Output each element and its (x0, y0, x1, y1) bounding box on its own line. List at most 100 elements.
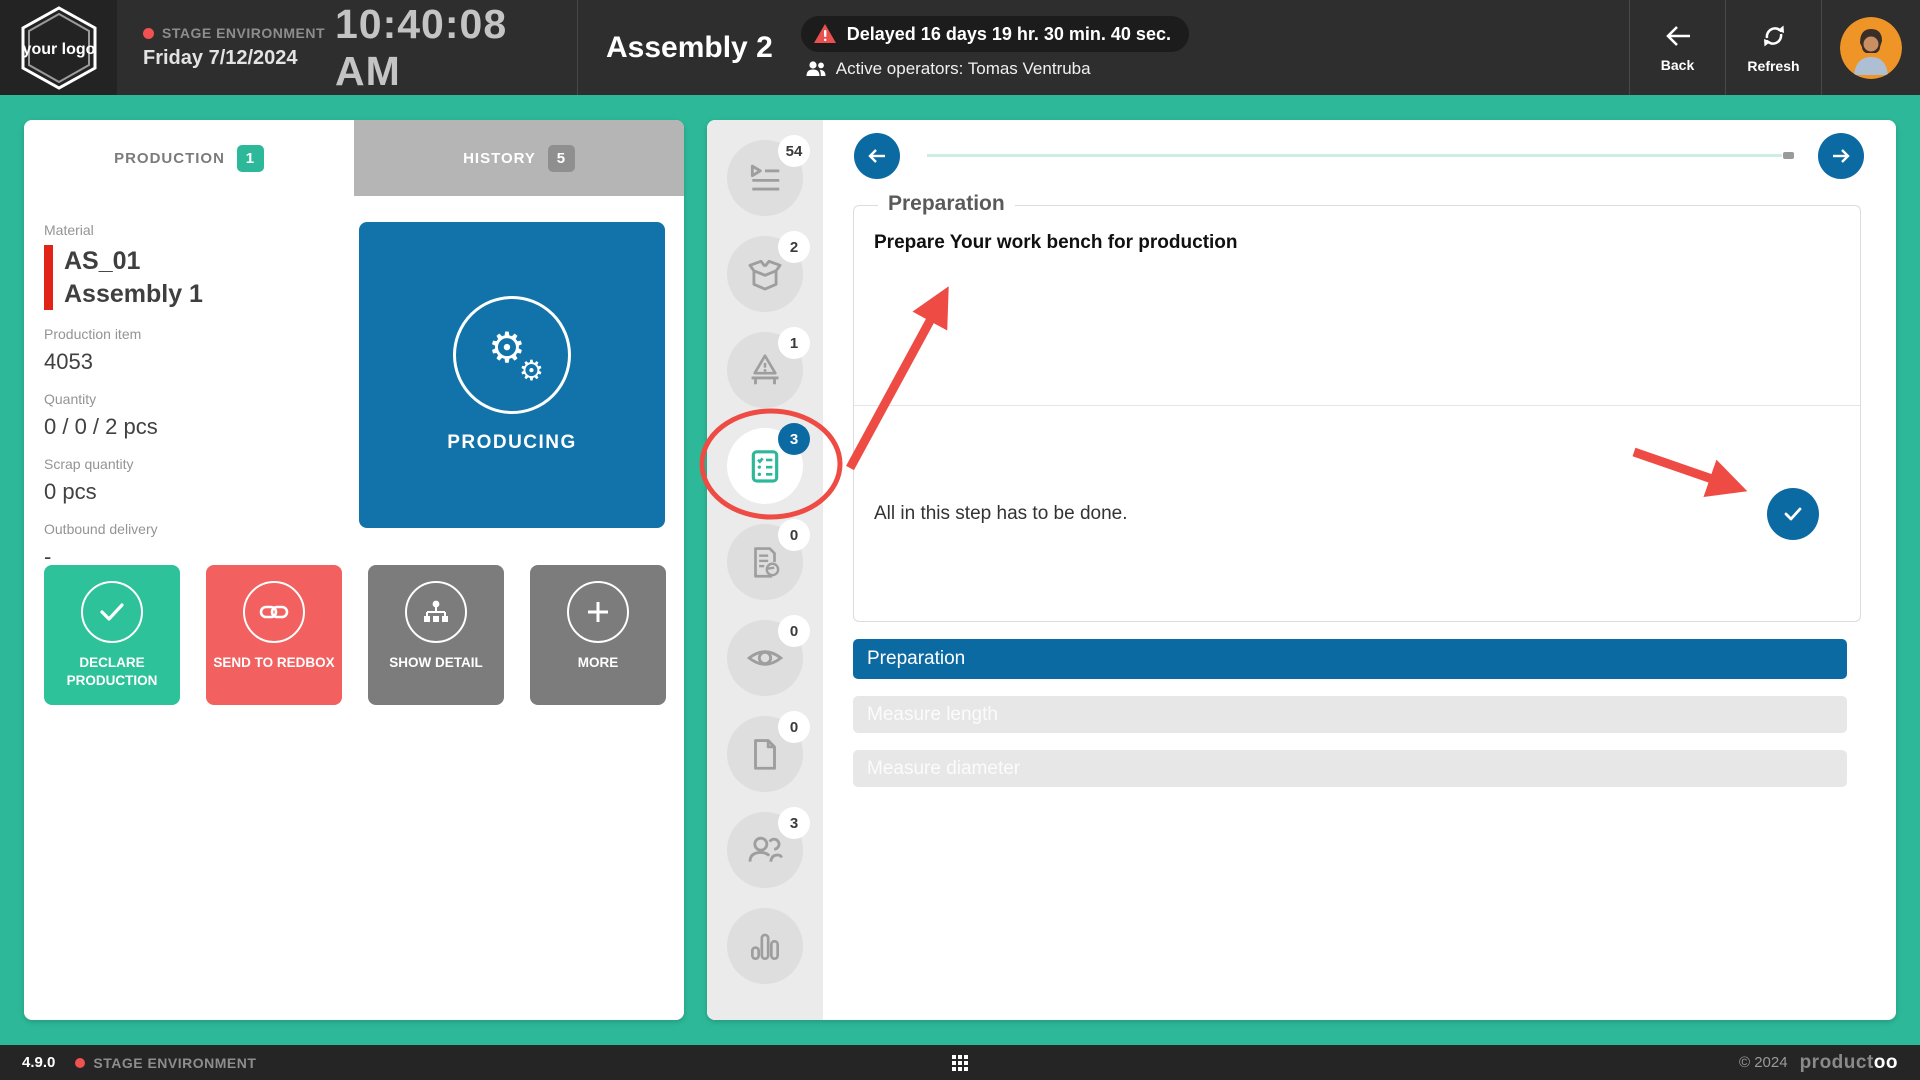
tab-production-label: PRODUCTION (114, 150, 225, 167)
production-queue-icon (746, 159, 784, 197)
action-buttons: DECLARE PRODUCTION SEND TO REDBOX (44, 565, 666, 705)
workflow-icon-rail: 54 2 1 (707, 120, 823, 1020)
send-to-redbox-label: SEND TO REDBOX (207, 654, 340, 672)
production-panel: PRODUCTION 1 HISTORY 5 Material AS_01 As… (24, 120, 684, 1020)
rail-badge: 0 (778, 519, 810, 551)
page-title: Assembly 2 (578, 0, 801, 95)
order-info: Material AS_01 Assembly 1 Production ite… (44, 214, 356, 570)
more-button[interactable]: MORE (530, 565, 666, 705)
step-item-measure-diameter[interactable]: Measure diameter (853, 750, 1847, 787)
arrow-right-icon (1830, 147, 1852, 165)
sitemap-circle-icon (405, 581, 467, 643)
check-circle-icon (81, 581, 143, 643)
current-step-title: Preparation (878, 192, 1015, 216)
send-to-redbox-button[interactable]: SEND TO REDBOX (206, 565, 342, 705)
hexagon-logo-icon: your logo (16, 4, 102, 92)
scrap-quantity-label: Scrap quantity (44, 456, 356, 472)
rail-item-production-queue[interactable]: 54 (727, 140, 803, 216)
checklist-icon (745, 446, 785, 486)
rail-badge: 54 (778, 135, 810, 167)
footer-environment: STAGE ENVIRONMENT (75, 1055, 256, 1071)
material-value: AS_01 Assembly 1 (44, 245, 356, 310)
rail-item-machine-issue[interactable]: 1 (727, 332, 803, 408)
rail-item-checklist[interactable]: 3 (727, 428, 803, 504)
material-name: Assembly 1 (64, 278, 356, 311)
step-item-preparation[interactable]: Preparation (853, 639, 1847, 679)
show-detail-label: SHOW DETAIL (383, 654, 489, 672)
arrow-left-icon (866, 147, 888, 165)
environment-label: STAGE ENVIRONMENT (162, 25, 325, 41)
back-arrow-icon (1662, 22, 1694, 50)
step-progress-line (927, 154, 1782, 157)
user-avatar[interactable] (1840, 17, 1902, 79)
eye-icon (745, 638, 785, 678)
rail-badge: 3 (778, 423, 810, 455)
rail-badge: 3 (778, 807, 810, 839)
statistics-icon (746, 927, 784, 965)
active-operators-row: Active operators: Tomas Ventruba (801, 59, 1189, 79)
rail-badge: 0 (778, 711, 810, 743)
rail-item-document-sign[interactable]: 0 (727, 524, 803, 600)
step-list: Preparation Measure length Measure diame… (853, 639, 1847, 804)
tab-history[interactable]: HISTORY 5 (354, 120, 684, 196)
footer-environment-label: STAGE ENVIRONMENT (93, 1055, 256, 1071)
rail-item-statistics[interactable] (727, 908, 803, 984)
scrap-quantity-value: 0 pcs (44, 479, 356, 505)
previous-step-button[interactable] (854, 133, 900, 179)
step-progress-handle (1783, 152, 1794, 159)
panel-tabs: PRODUCTION 1 HISTORY 5 (24, 120, 684, 196)
production-item-label: Production item (44, 326, 356, 342)
delay-badge: Delayed 16 days 19 hr. 30 min. 40 sec. (801, 16, 1189, 52)
document-sign-icon (746, 543, 784, 581)
app-version: 4.9.0 (22, 1054, 55, 1071)
tab-history-label: HISTORY (463, 150, 536, 167)
check-icon (1782, 505, 1804, 523)
producing-status-tile[interactable]: ⚙ ⚙ PRODUCING (359, 222, 665, 528)
confirm-step-button[interactable] (1767, 488, 1819, 540)
packaging-box-icon (746, 255, 784, 293)
footer-bar: 4.9.0 STAGE ENVIRONMENT © 2024 productoo (0, 1045, 1920, 1080)
refresh-button[interactable]: Refresh (1726, 0, 1821, 95)
refresh-button-label: Refresh (1747, 58, 1799, 74)
back-button-label: Back (1661, 57, 1694, 73)
tab-production[interactable]: PRODUCTION 1 (24, 120, 354, 196)
rail-badge: 1 (778, 327, 810, 359)
refresh-icon (1758, 21, 1790, 51)
avatar-block (1822, 0, 1920, 95)
outbound-delivery-label: Outbound delivery (44, 521, 356, 537)
workflow-panel: 54 2 1 (707, 120, 1896, 1020)
rail-badge: 0 (778, 615, 810, 647)
quantity-label: Quantity (44, 391, 356, 407)
next-step-button[interactable] (1818, 133, 1864, 179)
delay-message: Delayed 16 days 19 hr. 30 min. 40 sec. (847, 24, 1171, 45)
step-item-measure-length[interactable]: Measure length (853, 696, 1847, 733)
rail-item-operators[interactable]: 3 (727, 812, 803, 888)
gears-icon: ⚙ ⚙ (453, 296, 571, 414)
material-label: Material (44, 222, 356, 238)
rail-item-documents[interactable]: 0 (727, 716, 803, 792)
avatar-photo (1840, 17, 1902, 79)
warning-triangle-icon (813, 23, 837, 45)
quantity-value: 0 / 0 / 2 pcs (44, 414, 356, 440)
current-step-card: Preparation Prepare Your work bench for … (853, 205, 1861, 622)
step-confirm-text: All in this step has to be done. (874, 503, 1128, 525)
current-date: Friday 7/12/2024 (143, 47, 335, 70)
document-icon (746, 735, 784, 773)
environment-status-dot (75, 1058, 85, 1068)
declare-production-button[interactable]: DECLARE PRODUCTION (44, 565, 180, 705)
material-code: AS_01 (64, 245, 356, 278)
production-item-value: 4053 (44, 349, 356, 375)
more-label: MORE (572, 654, 625, 672)
rail-item-packaging[interactable]: 2 (727, 236, 803, 312)
apps-grid-icon[interactable] (952, 1055, 968, 1071)
rail-item-watch[interactable]: 0 (727, 620, 803, 696)
operators-icon (805, 60, 827, 78)
plus-circle-icon (567, 581, 629, 643)
show-detail-button[interactable]: SHOW DETAIL (368, 565, 504, 705)
machine-issue-icon (746, 351, 784, 389)
back-button[interactable]: Back (1630, 0, 1725, 95)
tab-history-badge: 5 (548, 145, 575, 172)
environment-block: STAGE ENVIRONMENT Friday 7/12/2024 (117, 0, 335, 95)
tab-production-badge: 1 (237, 145, 264, 172)
operators-icon (745, 830, 785, 870)
